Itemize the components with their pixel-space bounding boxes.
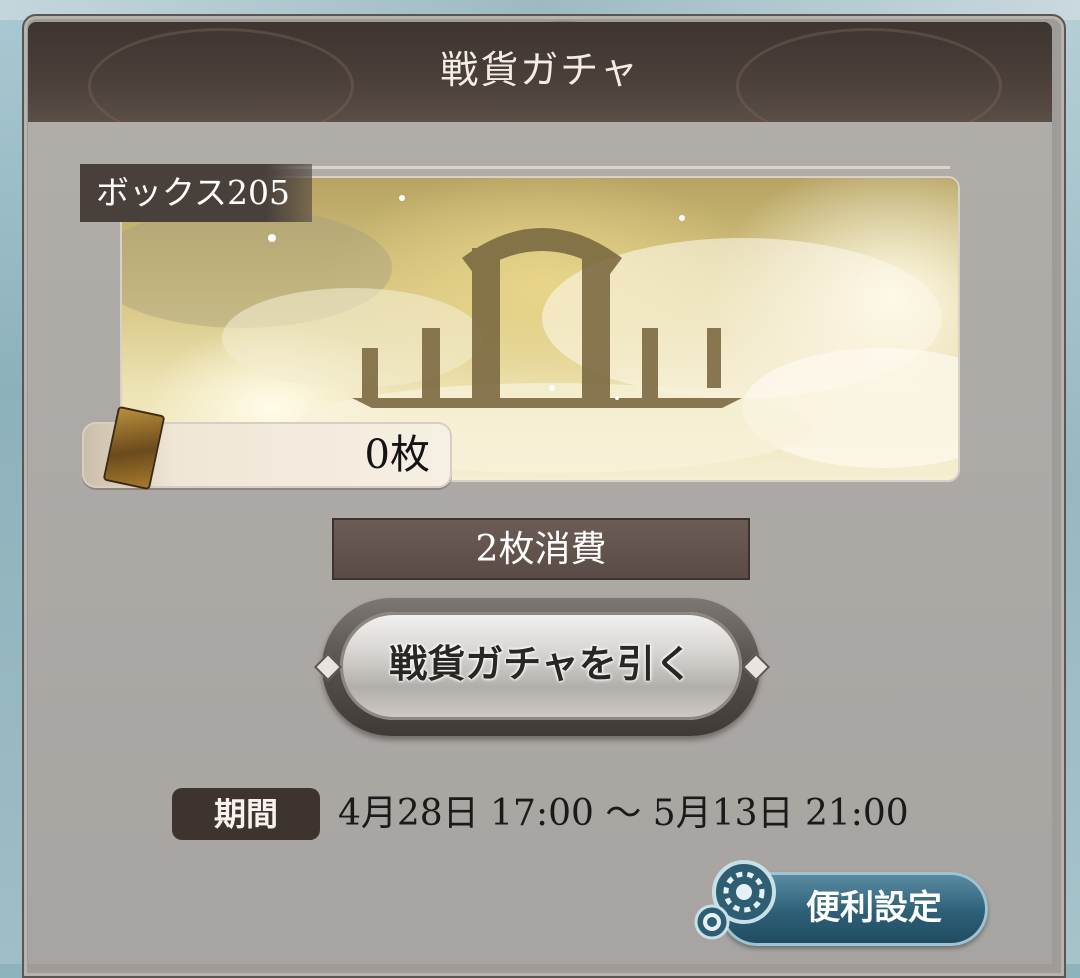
draw-cost-label: 2枚消費 — [332, 518, 750, 580]
dialog-title: 戦貨ガチャ — [440, 48, 640, 92]
dialog-title-bar: 戦貨ガチャ — [28, 22, 1052, 122]
ticket-count: 0枚 — [364, 432, 430, 478]
box-number-label: ボックス205 — [80, 164, 312, 222]
period-dates: 4月28日 17:00 〜 5月13日 21:00 — [338, 793, 909, 834]
draw-gacha-button-label: 戦貨ガチャを引く — [389, 642, 693, 686]
convenience-settings-label: 便利設定 — [806, 888, 942, 928]
draw-gacha-button[interactable]: 戦貨ガチャを引く — [322, 598, 760, 736]
gear-icon — [694, 860, 776, 940]
period-tag: 期間 — [172, 788, 320, 840]
draw-gacha-button-face[interactable]: 戦貨ガチャを引く — [340, 612, 742, 720]
